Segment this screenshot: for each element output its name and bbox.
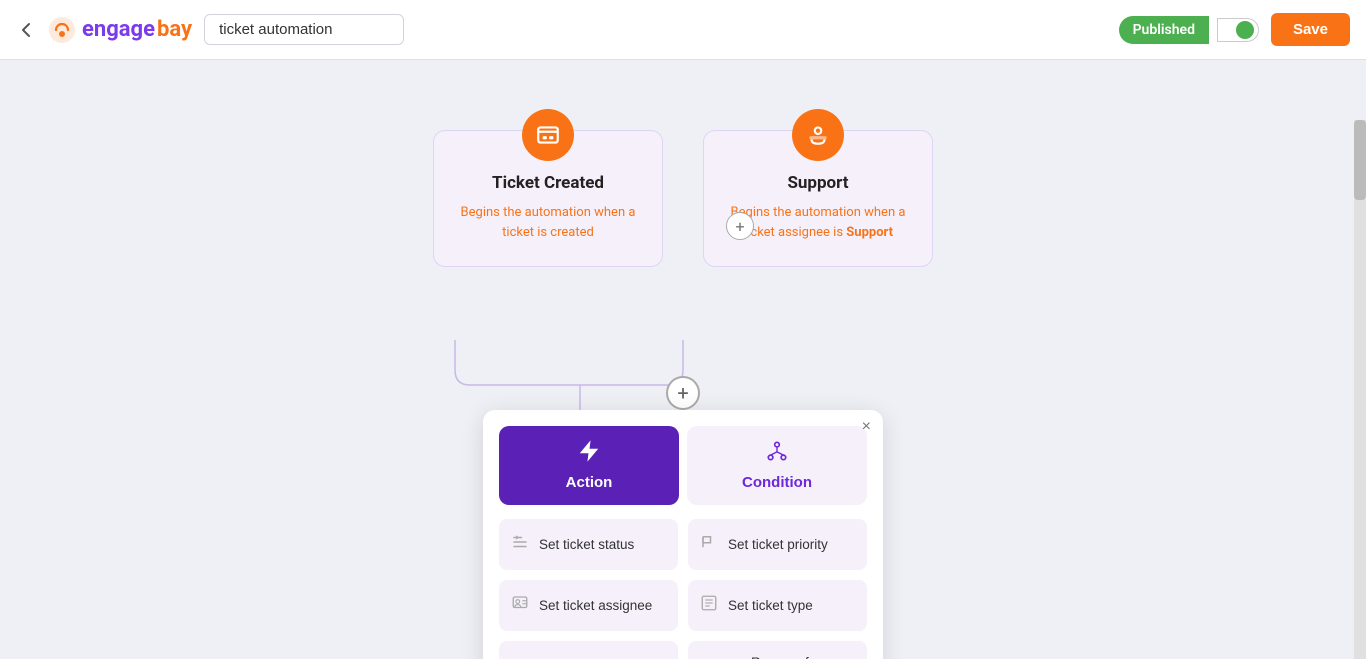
action-set-ticket-type[interactable]: Set ticket type — [688, 580, 867, 631]
action-set-ticket-priority[interactable]: Set ticket priority — [688, 519, 867, 570]
logo-icon — [48, 16, 76, 44]
support-icon — [792, 109, 844, 161]
action-condition-panel: Action Condition × — [483, 410, 883, 659]
condition-tab-label: Condition — [742, 474, 812, 491]
header-left: engagebay — [16, 14, 404, 45]
action-set-ticket-priority-label: Set ticket priority — [728, 537, 828, 552]
action-set-ticket-status[interactable]: Set ticket status — [499, 519, 678, 570]
action-set-ticket-assignee[interactable]: Set ticket assignee — [499, 580, 678, 631]
scrollbar[interactable] — [1354, 120, 1366, 659]
published-toggle: Published — [1119, 16, 1259, 44]
ticket-status-icon — [511, 533, 529, 556]
logo-engage-text: engage — [82, 17, 155, 42]
close-panel-button[interactable]: × — [862, 418, 871, 436]
tab-condition[interactable]: Condition — [687, 426, 867, 505]
action-remove-from-sequence-label: Remove from sequence — [728, 655, 855, 659]
action-add-to-sequence[interactable]: Add to sequence — [499, 641, 678, 659]
scrollbar-thumb — [1354, 120, 1366, 200]
header: engagebay Published Save — [0, 0, 1366, 60]
support-title: Support — [724, 173, 912, 193]
support-node[interactable]: Support Begins the automation when a tic… — [703, 130, 933, 267]
action-tab-label: Action — [566, 474, 613, 491]
toggle-knob — [1236, 21, 1254, 39]
logo-bay-text: bay — [157, 17, 192, 42]
back-button[interactable] — [16, 20, 36, 40]
automation-title-input[interactable] — [204, 14, 404, 45]
side-plus-icon: + — [735, 217, 744, 236]
ticket-created-icon — [522, 109, 574, 161]
canvas: Ticket Created Begins the automation whe… — [0, 60, 1366, 659]
action-remove-from-sequence[interactable]: Remove from sequence — [688, 641, 867, 659]
action-set-ticket-status-label: Set ticket status — [539, 537, 634, 552]
add-trigger-button[interactable]: + — [726, 212, 754, 240]
header-right: Published Save — [1119, 13, 1350, 46]
published-label: Published — [1119, 16, 1209, 44]
ticket-assignee-icon — [511, 594, 529, 617]
nodes-row: Ticket Created Begins the automation whe… — [433, 130, 933, 267]
logo[interactable]: engagebay — [48, 16, 192, 44]
action-set-ticket-assignee-label: Set ticket assignee — [539, 598, 652, 613]
panel-actions-grid: Set ticket status Set ticket priority — [483, 505, 883, 659]
ticket-type-icon — [700, 594, 718, 617]
ticket-created-node[interactable]: Ticket Created Begins the automation whe… — [433, 130, 663, 267]
ticket-priority-icon — [700, 533, 718, 556]
panel-header: Action Condition × — [483, 410, 883, 505]
action-tab-icon — [578, 440, 600, 468]
action-set-ticket-type-label: Set ticket type — [728, 598, 813, 613]
add-node-icon: + — [677, 381, 688, 405]
save-button[interactable]: Save — [1271, 13, 1350, 46]
ticket-created-title: Ticket Created — [454, 173, 642, 193]
condition-tab-icon — [766, 440, 788, 468]
toggle-switch[interactable] — [1217, 18, 1259, 42]
tab-action[interactable]: Action — [499, 426, 679, 505]
ticket-created-desc: Begins the automation when a ticket is c… — [454, 203, 642, 242]
add-node-button[interactable]: + — [666, 376, 700, 410]
